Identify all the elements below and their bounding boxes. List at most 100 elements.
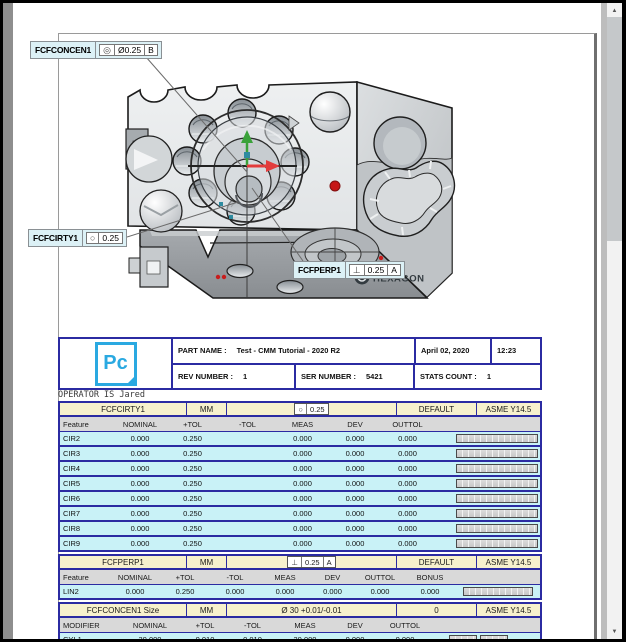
table-row: CIR5 0.000 0.250 0.000 0.000 0.000 [58, 477, 542, 492]
deviation-bar [449, 635, 477, 639]
cell-feature: CIR6 [60, 494, 115, 503]
hit-target-dot [330, 181, 340, 191]
table-row: LIN2 0.000 0.250 0.000 0.000 0.000 0.000… [58, 585, 542, 600]
section-size-spec: Ø 30 +0.01/-0.01 [227, 604, 397, 616]
window-frame: HEXAGON FCFCONCEN1 ◎ Ø0.25 B FCFCIRTY1 ○… [0, 0, 626, 642]
column-header-row: Feature NOMINAL +TOL -TOL MEAS DEV OUTTO… [58, 570, 542, 585]
cell-feature: CIR4 [60, 464, 115, 473]
col-ptol: +TOL [160, 573, 210, 582]
operator-line: OPERATOR IS Jared [58, 390, 542, 401]
section-units: MM [187, 604, 227, 616]
col-meas: MEAS [275, 420, 330, 429]
vertical-scrollbar[interactable]: ▲ ▼ [607, 3, 622, 639]
stats-count-label: STATS COUNT : [420, 372, 477, 381]
col-dev: DEV [335, 621, 375, 630]
deviation-bar [456, 539, 538, 548]
col-bonus: BONUS [405, 573, 455, 582]
gdt-label-name: FCFPERP1 [294, 262, 346, 278]
table-row: CIR8 0.000 0.250 0.000 0.000 0.000 [58, 522, 542, 537]
cell-feature: LIN2 [60, 587, 110, 596]
fcf-datum: A [323, 557, 335, 567]
pcdmis-logo-text: Pc [103, 352, 127, 375]
report-date: April 02, 2020 [421, 346, 469, 355]
scroll-down-button[interactable]: ▼ [607, 624, 622, 639]
column-header-row: Feature NOMINAL +TOL -TOL MEAS DEV OUTTO… [58, 417, 542, 432]
section-units: MM [187, 403, 227, 415]
section-standard: ASME Y14.5 [477, 604, 540, 616]
col-dev: DEV [310, 573, 355, 582]
cell-feature: CIR7 [60, 509, 115, 518]
col-meas: MEAS [275, 621, 335, 630]
section-title: FCFCIRTY1 [60, 403, 187, 415]
table-row: CIR7 0.000 0.250 0.000 0.000 0.000 [58, 507, 542, 522]
gdt-label-fcfperp1: FCFPERP1 ⊥ 0.25 A [293, 261, 405, 279]
col-modifier: MODIFIER [60, 621, 120, 630]
fcf-tolerance: 0.25 [301, 557, 323, 567]
col-feature: Feature [60, 573, 110, 582]
ser-number-label: SER NUMBER : [301, 372, 356, 381]
part-name-cell: PART NAME : Test - CMM Tutorial - 2020 R… [173, 339, 416, 363]
deviation-bar [480, 635, 508, 639]
deviation-bar [456, 434, 538, 443]
sphere-feature [310, 92, 350, 132]
gdt-datum: A [387, 265, 400, 275]
cell-feature: CIR8 [60, 524, 115, 533]
scroll-down-icon: ▼ [612, 629, 618, 635]
rev-number-cell: REV NUMBER : 1 [173, 365, 296, 389]
section-standard: ASME Y14.5 [477, 403, 540, 415]
section-fcf-cell: ⊥ 0.25 A [227, 556, 397, 568]
scrollbar-thumb[interactable] [607, 17, 622, 241]
cell-feature: CIR3 [60, 449, 115, 458]
col-mtol: -TOL [230, 621, 275, 630]
report-time: 12:23 [497, 346, 516, 355]
stats-count-value: 1 [487, 372, 491, 381]
scroll-up-icon: ▲ [612, 8, 618, 14]
deviation-bar [456, 479, 538, 488]
table-row: CIR6 0.000 0.250 0.000 0.000 0.000 [58, 492, 542, 507]
part-name-value: Test - CMM Tutorial - 2020 R2 [237, 346, 341, 355]
time-cell: 12:23 [492, 339, 540, 363]
section-header: FCFPERP1 MM ⊥ 0.25 A DEFAULT ASME Y14.5 [58, 554, 542, 570]
bottom-slot-hole [227, 265, 253, 278]
section-mode: DEFAULT [397, 556, 477, 568]
gdt-tolerance: 0.25 [98, 233, 122, 243]
scroll-up-button[interactable]: ▲ [607, 3, 622, 18]
concentricity-icon: ◎ [100, 45, 114, 55]
gdt-tolerance: Ø0.25 [114, 45, 144, 55]
gdt-label-name: FCFCIRTY1 [29, 230, 83, 246]
circularity-icon: ○ [87, 233, 98, 243]
cell-feature: CYL1 [60, 635, 120, 639]
gdt-label-fcfconcen1: FCFCONCEN1 ◎ Ø0.25 B [30, 41, 162, 59]
section-standard: ASME Y14.5 [477, 556, 540, 568]
report-header-table: Pc PART NAME : Test - CMM Tutorial - 202… [58, 337, 542, 390]
perpendicularity-icon: ⊥ [350, 265, 364, 275]
stats-count-cell: STATS COUNT : 1 [415, 365, 540, 389]
gdt-datum: B [144, 45, 157, 55]
rev-number-value: 1 [243, 372, 247, 381]
deviation-bar [456, 524, 538, 533]
table-row: CYL1 30.000 0.010 0.010 30.000 0.000 0.0… [58, 633, 542, 639]
section-fcfperp1: FCFPERP1 MM ⊥ 0.25 A DEFAULT ASME Y14.5 … [58, 554, 542, 600]
cell-feature: CIR9 [60, 539, 115, 548]
section-header: FCFCONCEN1 Size MM Ø 30 +0.01/-0.01 0 AS… [58, 602, 542, 618]
col-outtol: OUTTOL [375, 621, 435, 630]
col-nominal: NOMINAL [110, 573, 160, 582]
deviation-bar [463, 587, 533, 596]
left-border-strip [3, 3, 13, 639]
col-ptol: +TOL [165, 420, 220, 429]
deviation-bar [456, 464, 538, 473]
cell-feature: CIR2 [60, 434, 115, 443]
section-fcfconcen1-size: FCFCONCEN1 Size MM Ø 30 +0.01/-0.01 0 AS… [58, 602, 542, 639]
bottom-slot-hole2 [277, 281, 303, 294]
rev-number-label: REV NUMBER : [178, 372, 233, 381]
col-feature: Feature [60, 420, 115, 429]
section-mode: 0 [397, 604, 477, 616]
report-body: Pc PART NAME : Test - CMM Tutorial - 202… [58, 337, 542, 639]
gdt-tolerance: 0.25 [364, 265, 388, 275]
ser-number-value: 5421 [366, 372, 383, 381]
column-header-row: MODIFIER NOMINAL +TOL -TOL MEAS DEV OUTT… [58, 618, 542, 633]
deviation-bar [456, 449, 538, 458]
table-row: CIR3 0.000 0.250 0.000 0.000 0.000 [58, 447, 542, 462]
report-viewport: HEXAGON FCFCONCEN1 ◎ Ø0.25 B FCFCIRTY1 ○… [13, 3, 601, 639]
col-mtol: -TOL [210, 573, 260, 582]
